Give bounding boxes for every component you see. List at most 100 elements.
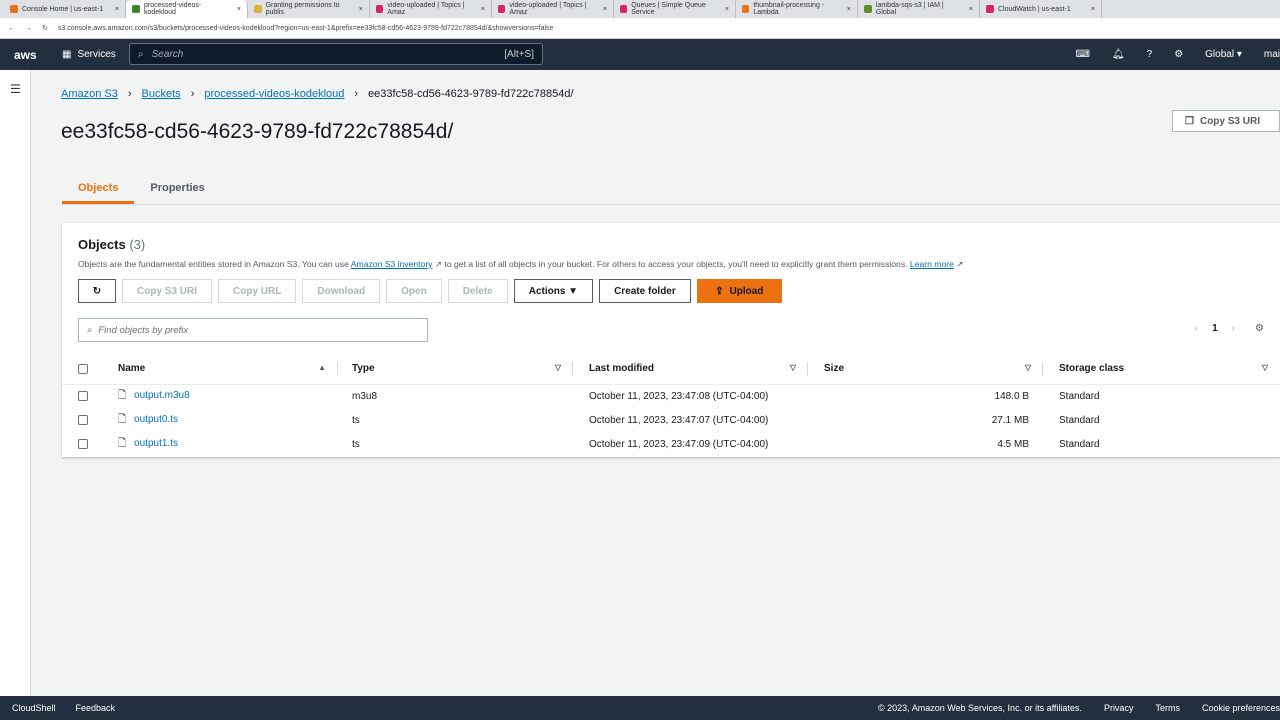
col-label: Name	[118, 363, 145, 374]
gear-icon[interactable]: ⚙	[1174, 49, 1183, 60]
tab-properties[interactable]: Properties	[134, 170, 220, 204]
row-checkbox[interactable]	[78, 415, 88, 425]
close-tab-icon[interactable]: ×	[725, 6, 729, 13]
search-input[interactable]: ⌕Search[Alt+S]	[129, 43, 543, 65]
search-icon: ⌕	[87, 325, 92, 336]
menu-icon[interactable]: ☰	[10, 82, 21, 96]
browser-tab[interactable]: video-uploaded | Topics | Amaz×	[492, 0, 614, 18]
object-storage-class: Standard	[1043, 408, 1280, 432]
favicon-icon	[10, 5, 18, 13]
copy-url-button[interactable]: Copy URL	[218, 279, 296, 303]
tab-title: lambda-sqs-s3 | IAM | Global	[876, 2, 965, 16]
next-page-icon[interactable]: ›	[1232, 323, 1235, 334]
cloudshell-icon[interactable]: ⌨	[1075, 49, 1089, 60]
table-row: 🗋output0.ts ts October 11, 2023, 23:47:0…	[62, 408, 1280, 432]
address-bar[interactable]: ← → ↻ s3.console.aws.amazon.com/s3/buckets…	[0, 18, 1280, 39]
services-menu[interactable]: ▦Services	[62, 49, 116, 60]
copy-s3-uri-button[interactable]: ❐ Copy S3 URI	[1172, 110, 1280, 132]
browser-tab[interactable]: video-uploaded | Topics | Amaz×	[370, 0, 492, 18]
object-link[interactable]: output1.ts	[134, 438, 178, 449]
create-folder-button[interactable]: Create folder	[599, 279, 691, 303]
search-placeholder: Search	[152, 49, 184, 60]
terms-link[interactable]: Terms	[1155, 703, 1180, 713]
download-button[interactable]: Download	[302, 279, 380, 303]
privacy-link[interactable]: Privacy	[1104, 703, 1134, 713]
object-type: ts	[338, 432, 573, 456]
copy-icon: ❐	[1185, 116, 1194, 127]
column-size[interactable]: Size▽	[808, 354, 1043, 384]
browser-tab[interactable]: lambda-sqs-s3 | IAM | Global ×	[858, 0, 980, 18]
breadcrumb-s3[interactable]: Amazon S3	[61, 88, 118, 100]
browser-tab[interactable]: Granting permissions to publis×	[248, 0, 370, 18]
bell-icon[interactable]: 🔔︎	[1112, 49, 1125, 60]
forward-icon[interactable]: →	[25, 25, 32, 32]
aws-logo[interactable]: aws	[14, 48, 50, 62]
settings-icon[interactable]: ⚙	[1255, 323, 1264, 334]
close-tab-icon[interactable]: ×	[359, 6, 363, 13]
close-tab-icon[interactable]: ×	[237, 6, 241, 13]
sort-icon: ▽	[1262, 363, 1268, 372]
col-label: Storage class	[1059, 363, 1124, 374]
browser-tab[interactable]: processed-videos-kodekloud×	[126, 0, 248, 18]
close-tab-icon[interactable]: ×	[847, 6, 851, 13]
object-link[interactable]: output0.ts	[134, 414, 178, 425]
delete-button[interactable]: Delete	[448, 279, 508, 303]
favicon-icon	[254, 5, 262, 13]
side-nav: ☰	[0, 70, 31, 696]
close-tab-icon[interactable]: ×	[115, 6, 119, 13]
object-size: 148.0 B	[808, 384, 1043, 408]
desc-text: Objects are the fundamental entities sto…	[78, 259, 351, 269]
close-tab-icon[interactable]: ×	[1091, 6, 1095, 13]
tab-objects[interactable]: Objects	[62, 170, 134, 204]
browser-tab[interactable]: thumbnail-processing - Lambda×	[736, 0, 858, 18]
upload-button[interactable]: ⇪Upload	[697, 279, 782, 303]
copy-s3-uri-action[interactable]: Copy S3 URI	[122, 279, 212, 303]
breadcrumb-bucket[interactable]: processed-videos-kodekloud	[204, 88, 344, 100]
inventory-link[interactable]: Amazon S3 inventory	[351, 259, 433, 269]
column-name[interactable]: Name▲	[118, 354, 338, 384]
page-number[interactable]: 1	[1212, 323, 1218, 334]
close-tab-icon[interactable]: ×	[481, 6, 485, 13]
objects-count: (3)	[129, 237, 145, 252]
close-tab-icon[interactable]: ×	[969, 6, 973, 13]
refresh-button[interactable]: ↻	[78, 279, 116, 303]
select-all-checkbox[interactable]	[78, 364, 88, 374]
table-row: 🗋output1.ts ts October 11, 2023, 23:47:0…	[62, 432, 1280, 456]
objects-description: Objects are the fundamental entities sto…	[78, 259, 963, 270]
copy-s3-uri-label: Copy S3 URI	[1200, 116, 1260, 127]
browser-tab[interactable]: Console Home | us-east-1×	[4, 0, 126, 18]
url-text[interactable]: s3.console.aws.amazon.com/s3/buckets/pro…	[58, 25, 554, 32]
cookie-link[interactable]: Cookie preferences	[1202, 703, 1280, 713]
favicon-icon	[620, 5, 627, 13]
row-checkbox[interactable]	[78, 439, 88, 449]
actions-button[interactable]: Actions ▼	[514, 279, 593, 303]
reload-icon[interactable]: ↻	[42, 24, 48, 32]
browser-tab[interactable]: Queues | Simple Queue Service×	[614, 0, 736, 18]
browser-tab[interactable]: CloudWatch | us-east-1×	[980, 0, 1102, 18]
filter-input[interactable]: ⌕ Find objects by prefix	[78, 318, 428, 342]
column-type[interactable]: Type▽	[338, 354, 573, 384]
column-last-modified[interactable]: Last modified▽	[573, 354, 808, 384]
cloudshell-link[interactable]: CloudShell	[12, 703, 56, 713]
region-selector[interactable]: Global ▾	[1205, 49, 1242, 60]
column-storage-class[interactable]: Storage class ▽	[1043, 354, 1280, 384]
filter-placeholder: Find objects by prefix	[98, 325, 188, 336]
objects-title: Objects	[78, 237, 126, 252]
close-tab-icon[interactable]: ×	[603, 6, 607, 13]
favicon-icon	[742, 5, 749, 13]
row-checkbox[interactable]	[78, 391, 88, 401]
feedback-link[interactable]: Feedback	[76, 703, 116, 713]
back-icon[interactable]: ←	[8, 25, 15, 32]
object-link[interactable]: output.m3u8	[134, 390, 190, 401]
aws-top-nav: aws ▦Services ⌕Search[Alt+S] ⌨ 🔔︎ ? ⚙ Gl…	[0, 39, 1280, 70]
learn-more-link[interactable]: Learn more	[910, 259, 954, 269]
favicon-icon	[864, 5, 872, 13]
copyright: © 2023, Amazon Web Services, Inc. or its…	[878, 703, 1082, 713]
account-menu[interactable]: mai	[1264, 49, 1280, 60]
breadcrumb-buckets[interactable]: Buckets	[142, 88, 181, 100]
help-icon[interactable]: ?	[1147, 49, 1153, 60]
prev-page-icon[interactable]: ‹	[1195, 323, 1198, 334]
upload-label: Upload	[730, 286, 764, 297]
object-size: 27.1 MB	[808, 408, 1043, 432]
open-button[interactable]: Open	[386, 279, 442, 303]
